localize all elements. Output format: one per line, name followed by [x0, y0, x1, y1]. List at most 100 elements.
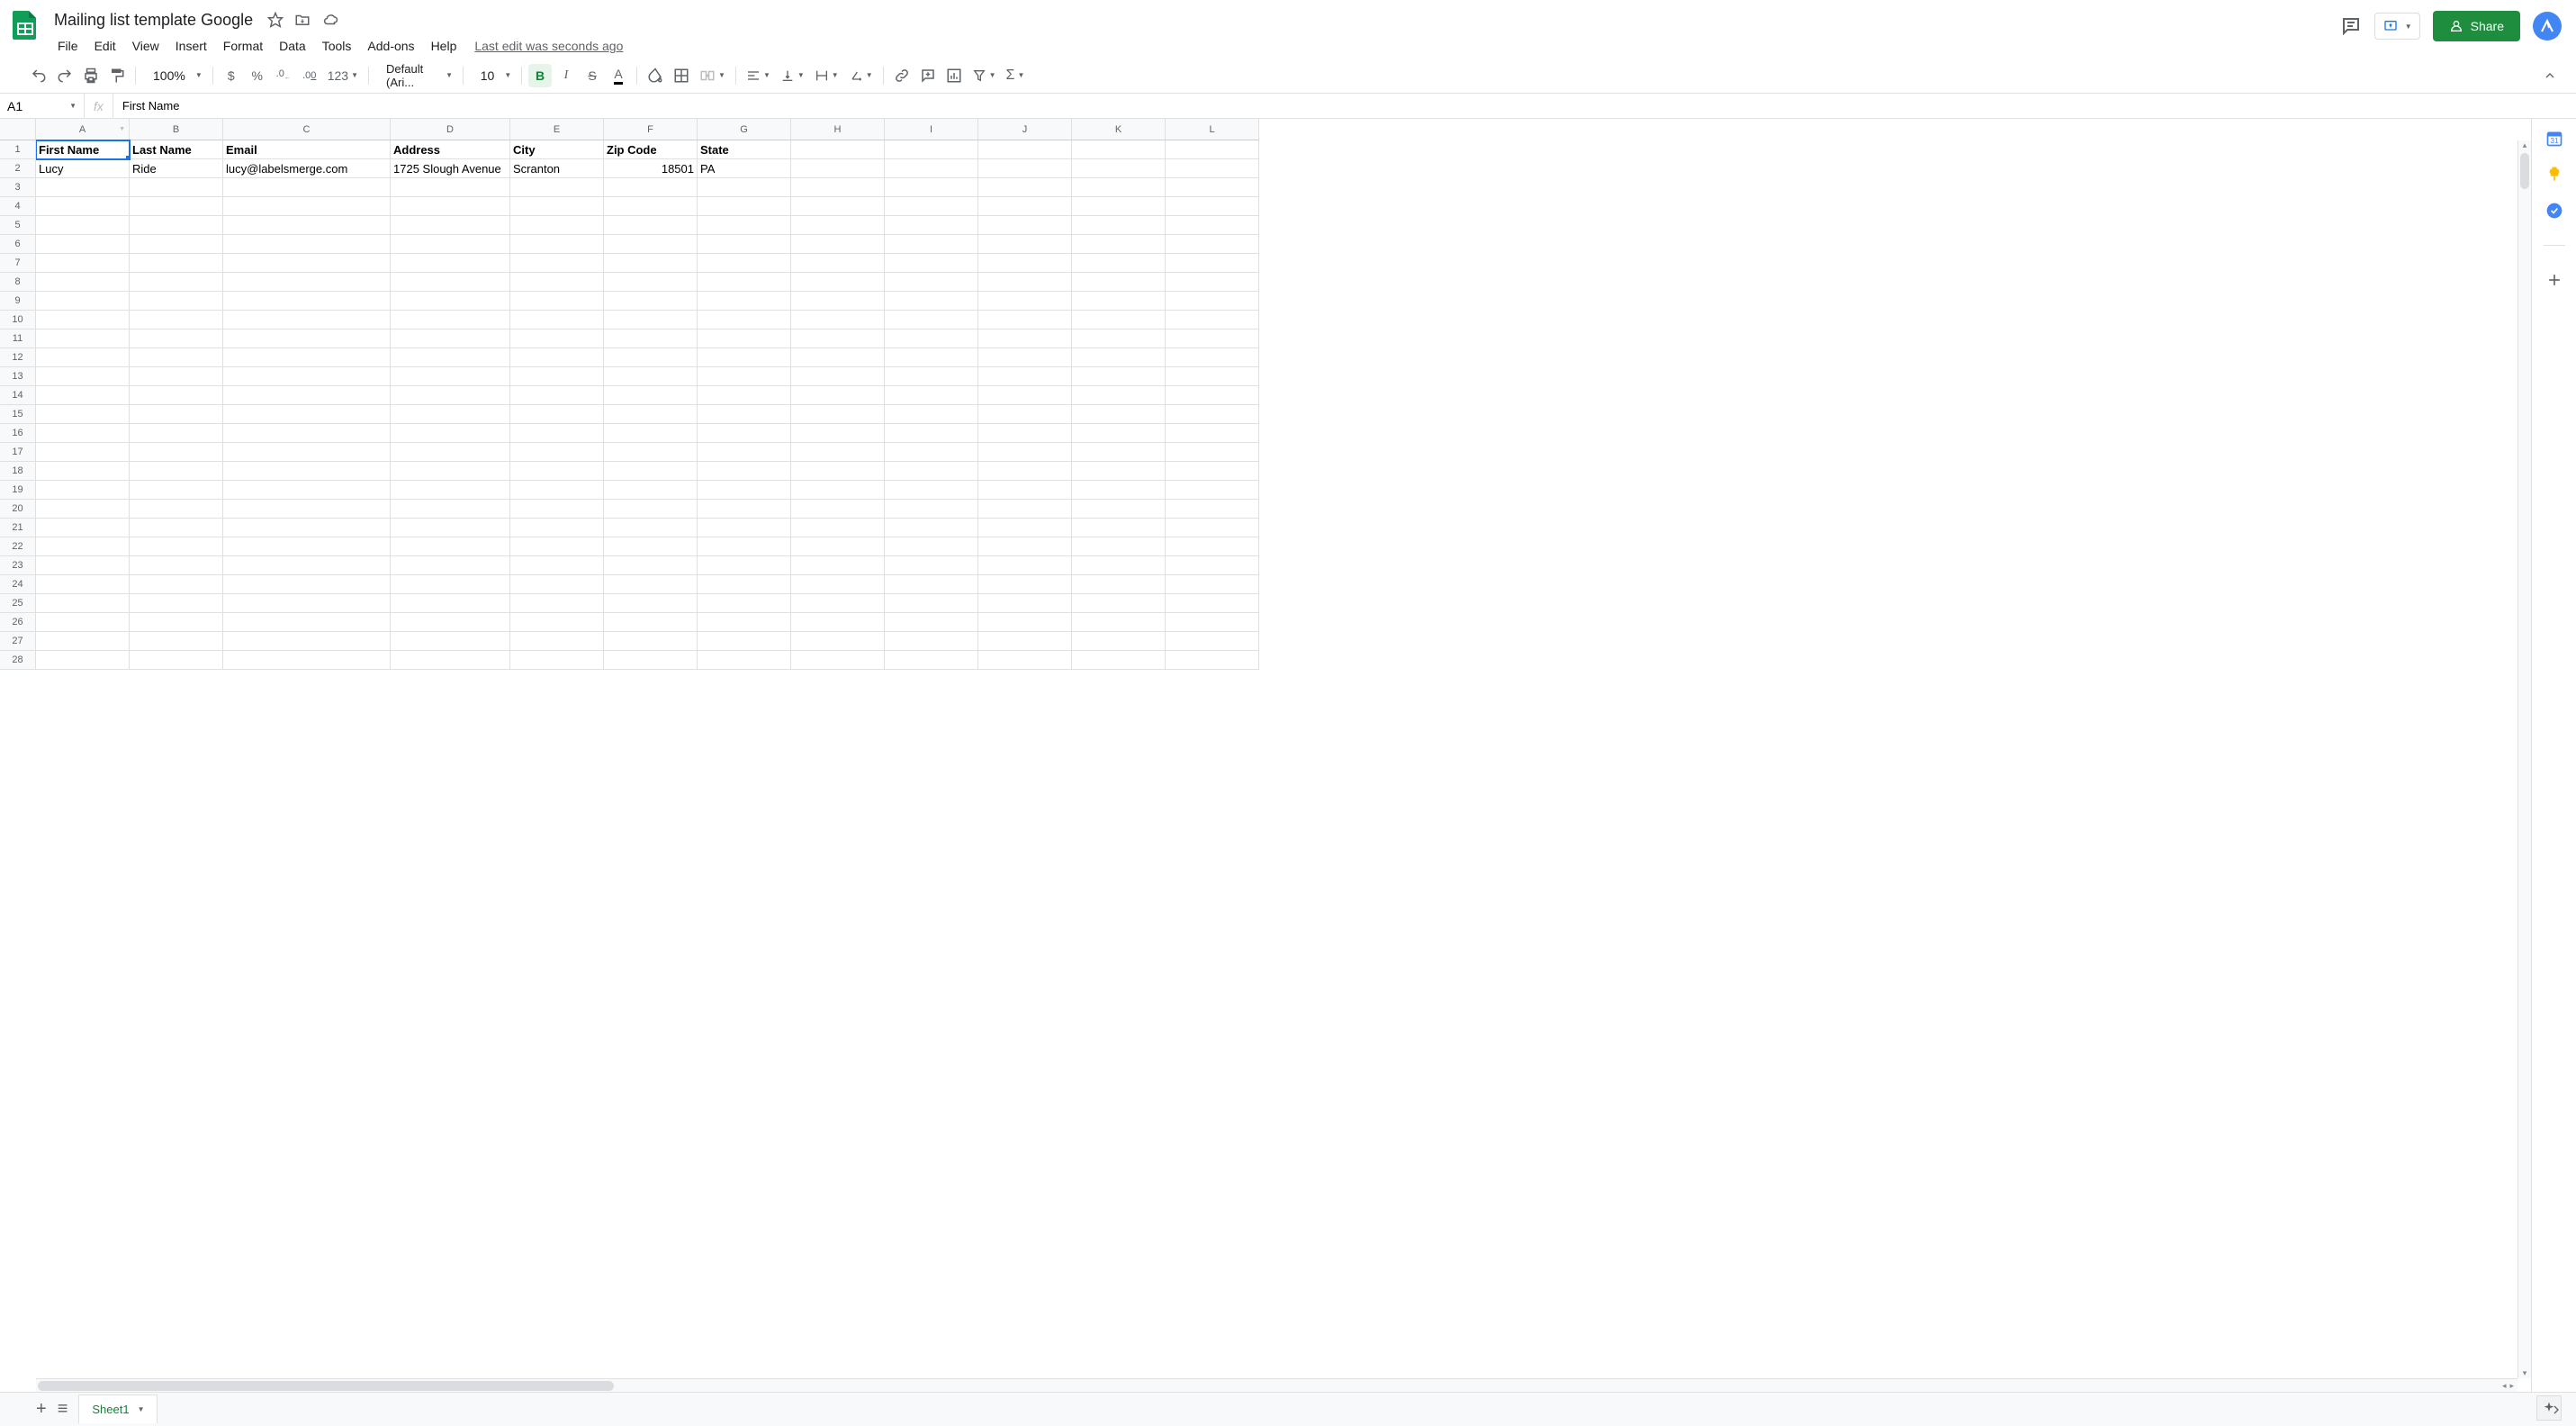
cell[interactable]: Last Name: [130, 140, 223, 159]
cell[interactable]: [1072, 329, 1166, 348]
cell[interactable]: [223, 594, 391, 613]
cell[interactable]: [130, 311, 223, 329]
cell[interactable]: [510, 311, 604, 329]
cell[interactable]: [391, 311, 510, 329]
cell[interactable]: [791, 537, 885, 556]
cell[interactable]: [1166, 348, 1259, 367]
column-header[interactable]: B: [130, 119, 223, 140]
row-header[interactable]: 14: [0, 386, 36, 405]
cell[interactable]: [36, 235, 130, 254]
cell[interactable]: [510, 216, 604, 235]
zoom-select[interactable]: 100%▼: [142, 64, 206, 87]
cell[interactable]: [885, 575, 978, 594]
format-percent-button[interactable]: %: [246, 64, 269, 87]
cell[interactable]: [885, 140, 978, 159]
cell[interactable]: [885, 500, 978, 519]
cell[interactable]: [1072, 348, 1166, 367]
cell[interactable]: [130, 537, 223, 556]
cell[interactable]: [885, 556, 978, 575]
cell[interactable]: [1166, 197, 1259, 216]
cell[interactable]: [791, 556, 885, 575]
cell[interactable]: [604, 519, 698, 537]
text-color-button[interactable]: A: [607, 64, 630, 87]
column-header[interactable]: L: [1166, 119, 1259, 140]
comments-button[interactable]: [2340, 15, 2362, 37]
cell[interactable]: [130, 632, 223, 651]
column-header[interactable]: H: [791, 119, 885, 140]
cell[interactable]: [604, 537, 698, 556]
cell[interactable]: [1072, 462, 1166, 481]
row-header[interactable]: 25: [0, 594, 36, 613]
row-header[interactable]: 21: [0, 519, 36, 537]
cell[interactable]: [1166, 424, 1259, 443]
row-header[interactable]: 11: [0, 329, 36, 348]
undo-button[interactable]: [27, 64, 50, 87]
cell[interactable]: [698, 197, 791, 216]
cell[interactable]: [978, 556, 1072, 575]
cell[interactable]: [391, 481, 510, 500]
cell[interactable]: [791, 235, 885, 254]
cell[interactable]: [698, 386, 791, 405]
cell[interactable]: [791, 178, 885, 197]
cell[interactable]: [510, 632, 604, 651]
cell[interactable]: [510, 254, 604, 273]
cell[interactable]: [1072, 140, 1166, 159]
cell[interactable]: [1166, 575, 1259, 594]
cell[interactable]: [791, 443, 885, 462]
cell[interactable]: [698, 594, 791, 613]
cell[interactable]: [510, 481, 604, 500]
row-header[interactable]: 17: [0, 443, 36, 462]
cell[interactable]: Email: [223, 140, 391, 159]
cell[interactable]: [130, 273, 223, 292]
cell[interactable]: [698, 537, 791, 556]
text-wrap-button[interactable]: ▼: [811, 64, 842, 87]
cell[interactable]: [1072, 197, 1166, 216]
cell[interactable]: [391, 348, 510, 367]
cell[interactable]: [223, 500, 391, 519]
cell[interactable]: [791, 632, 885, 651]
cell[interactable]: [791, 197, 885, 216]
cell[interactable]: [978, 594, 1072, 613]
cell[interactable]: State: [698, 140, 791, 159]
cell[interactable]: [698, 651, 791, 670]
cell[interactable]: [698, 556, 791, 575]
cell[interactable]: [885, 386, 978, 405]
cell[interactable]: [1166, 159, 1259, 178]
cell[interactable]: [510, 443, 604, 462]
cell[interactable]: [604, 367, 698, 386]
cell[interactable]: [1166, 178, 1259, 197]
cell[interactable]: [885, 254, 978, 273]
cell[interactable]: [223, 386, 391, 405]
vertical-align-button[interactable]: ▼: [777, 64, 808, 87]
cell[interactable]: [791, 311, 885, 329]
cell[interactable]: First Name: [36, 140, 130, 159]
column-header[interactable]: D: [391, 119, 510, 140]
cell[interactable]: [698, 348, 791, 367]
cell[interactable]: [391, 386, 510, 405]
cell[interactable]: [1072, 613, 1166, 632]
cell[interactable]: [698, 481, 791, 500]
cell[interactable]: PA: [698, 159, 791, 178]
cell[interactable]: [791, 651, 885, 670]
row-header[interactable]: 26: [0, 613, 36, 632]
menu-data[interactable]: Data: [272, 35, 313, 57]
cell[interactable]: [698, 329, 791, 348]
row-header[interactable]: 12: [0, 348, 36, 367]
cell[interactable]: [223, 311, 391, 329]
cell[interactable]: [130, 348, 223, 367]
cell[interactable]: [1072, 519, 1166, 537]
menu-help[interactable]: Help: [424, 35, 464, 57]
cell[interactable]: [391, 575, 510, 594]
menu-file[interactable]: File: [50, 35, 86, 57]
cell[interactable]: [130, 481, 223, 500]
increase-decimal-button[interactable]: .00: [298, 64, 321, 87]
cell[interactable]: [1166, 462, 1259, 481]
cell[interactable]: [885, 329, 978, 348]
cell[interactable]: [885, 159, 978, 178]
cell[interactable]: [698, 178, 791, 197]
select-all-corner[interactable]: [0, 119, 36, 140]
cell[interactable]: [1072, 235, 1166, 254]
cell[interactable]: [885, 519, 978, 537]
cell[interactable]: [791, 500, 885, 519]
cell[interactable]: 1725 Slough Avenue: [391, 159, 510, 178]
